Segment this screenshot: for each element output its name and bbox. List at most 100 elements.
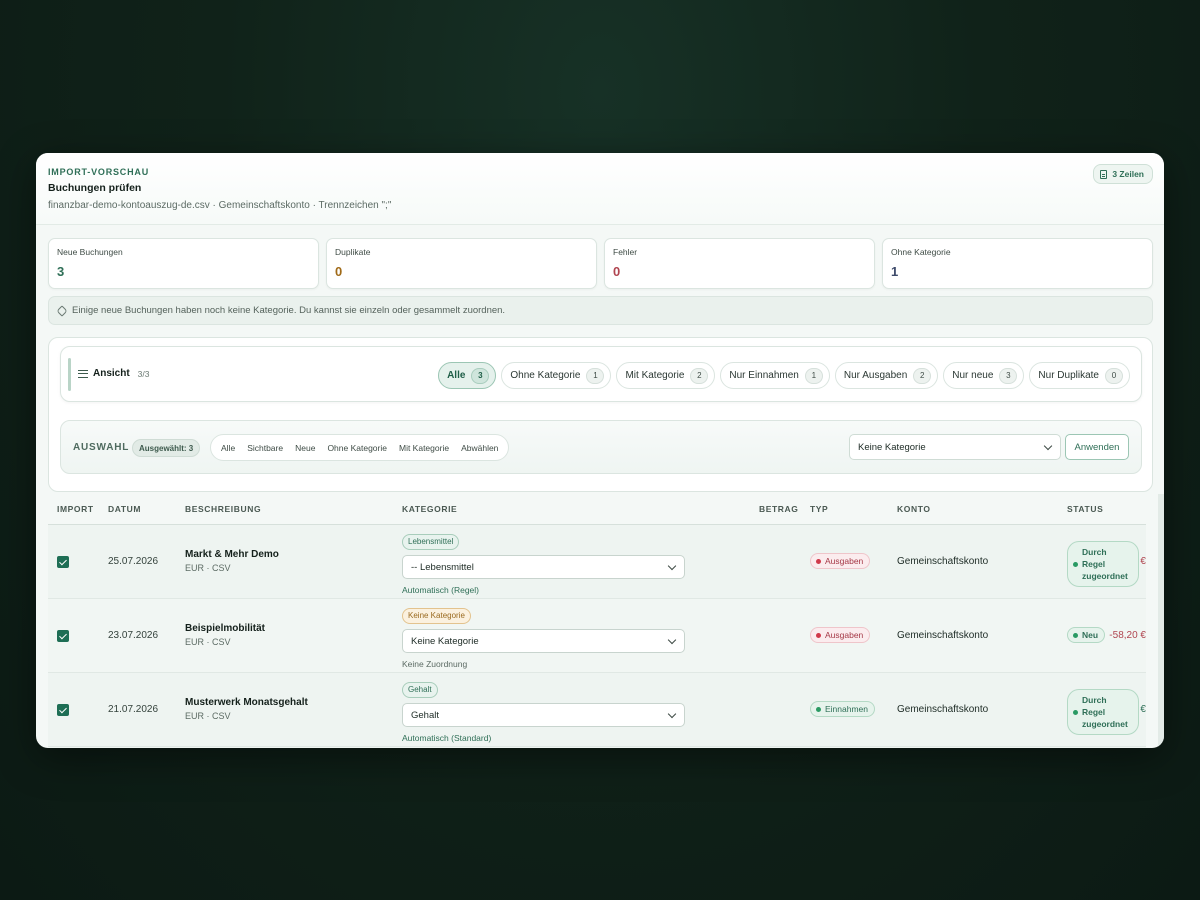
table-row: 23.07.2026 Beispielmobilität EUR · CSV K…: [48, 599, 1146, 673]
import-checkbox[interactable]: [57, 556, 69, 568]
chip-count: 0: [1105, 367, 1123, 384]
row-amount: -58,20 €: [1109, 630, 1146, 641]
row-date: 25.07.2026: [108, 556, 159, 567]
select-visible-button[interactable]: Sichtbare: [241, 443, 289, 453]
view-count: 3/3: [137, 368, 150, 379]
status-badge: Neu: [1067, 627, 1106, 643]
stat-label: Ohne Kategorie: [891, 247, 951, 257]
file-subtitle: finanzbar-demo-kontoauszug-de.csv · Geme…: [48, 200, 392, 211]
view-accent: [68, 358, 71, 391]
col-category: KATEGORIE: [402, 504, 458, 514]
row-account: Gemeinschaftskonto: [897, 704, 989, 715]
col-amount: BETRAG: [759, 504, 799, 514]
type-badge: Einnahmen: [810, 701, 876, 717]
col-status: STATUS: [1067, 504, 1104, 514]
stat-label: Fehler: [613, 247, 638, 257]
chevron-down-icon: [1043, 441, 1053, 451]
status-label: Neu: [1082, 630, 1099, 640]
type-label: Einnahmen: [825, 704, 869, 714]
status-dot-icon: [816, 558, 821, 564]
select-categorized-button[interactable]: Mit Kategorie: [393, 443, 455, 453]
filter-chip-duplicates[interactable]: Nur Duplikate 0: [1029, 362, 1130, 389]
row-meta: EUR · CSV: [185, 637, 231, 647]
stat-card-new: Neue Buchungen 3: [48, 238, 319, 289]
eyebrow-label: IMPORT-VORSCHAU: [48, 167, 150, 177]
filter-chip-income[interactable]: Nur Einnahmen 1: [720, 362, 830, 389]
filter-chip-uncategorized[interactable]: Ohne Kategorie 1: [501, 362, 612, 389]
stat-value: 0: [335, 264, 343, 279]
rows-badge-label: 3 Zeilen: [1112, 169, 1144, 179]
uncategorized-hint: Einige neue Buchungen haben noch keine K…: [48, 296, 1153, 325]
status-label: Durch Regel zugeordnet: [1082, 695, 1128, 729]
filter-chip-all[interactable]: Alle 3: [438, 362, 497, 389]
status-label: Durch Regel zugeordnet: [1082, 547, 1128, 581]
chip-label: Mit Kategorie: [625, 370, 685, 381]
col-description: BESCHREIBUNG: [185, 504, 262, 514]
import-preview-card: IMPORT-VORSCHAU Buchungen prüfen finanzb…: [36, 153, 1164, 748]
chip-count: 1: [804, 367, 823, 384]
hint-text: Einige neue Buchungen haben noch keine K…: [72, 305, 506, 316]
row-amount: +4.250,00 €: [1093, 704, 1146, 715]
view-label: Ansicht 3/3: [78, 368, 150, 379]
chip-count: 3: [471, 367, 490, 384]
chip-label: Alle: [447, 370, 466, 381]
row-date: 23.07.2026: [108, 630, 159, 641]
category-note: Keine Zuordnung: [402, 659, 468, 669]
row-date: 21.07.2026: [108, 704, 159, 715]
selected-count-badge: Ausgewählt: 3: [132, 439, 201, 457]
stat-value: 3: [57, 264, 65, 279]
apply-button[interactable]: Anwenden: [1065, 434, 1129, 460]
category-tag: Lebensmittel: [402, 534, 460, 550]
status-dot-icon: [816, 706, 821, 712]
chip-count: 3: [999, 367, 1018, 384]
select-new-button[interactable]: Neue: [289, 443, 321, 453]
table-header: IMPORT DATUM BESCHREIBUNG KATEGORIE BETR…: [48, 494, 1146, 525]
row-description: Markt & Mehr Demo EUR · CSV: [185, 549, 279, 573]
transactions-table: IMPORT DATUM BESCHREIBUNG KATEGORIE BETR…: [48, 494, 1146, 748]
status-dot-icon: [816, 632, 821, 638]
stat-label: Duplikate: [335, 247, 371, 257]
view-bar: Ansicht 3/3 Alle 3 Ohne Kategorie 1 Mit Ka…: [60, 346, 1142, 402]
row-title: Markt & Mehr Demo: [185, 549, 279, 560]
row-description: Musterwerk Monatsgehalt EUR · CSV: [185, 697, 308, 721]
filter-chip-categorized[interactable]: Mit Kategorie 2: [616, 362, 716, 389]
stat-label: Neue Buchungen: [57, 247, 123, 257]
filter-panel: Ansicht 3/3 Alle 3 Ohne Kategorie 1 Mit Ka…: [48, 337, 1153, 492]
stat-card-duplicates: Duplikate 0: [326, 238, 597, 289]
status-dot-icon: [1073, 632, 1078, 638]
filter-chip-new[interactable]: Nur neue 3: [943, 362, 1025, 389]
type-label: Ausgaben: [825, 630, 864, 640]
category-tag: Gehalt: [402, 682, 438, 698]
select-all-button[interactable]: Alle: [215, 443, 241, 453]
table-row: 25.07.2026 Markt & Mehr Demo EUR · CSV L…: [48, 525, 1146, 599]
col-type: TYP: [810, 504, 829, 514]
stat-value: 0: [613, 264, 621, 279]
card-header: IMPORT-VORSCHAU Buchungen prüfen finanzb…: [36, 153, 1164, 225]
row-meta: EUR · CSV: [185, 711, 231, 721]
row-account: Gemeinschaftskonto: [897, 630, 989, 641]
document-icon: [1100, 169, 1108, 179]
filter-chip-expenses[interactable]: Nur Ausgaben 2: [834, 362, 939, 389]
chip-label: Nur Einnahmen: [729, 370, 799, 381]
col-account: KONTO: [897, 504, 931, 514]
stat-card-uncategorized: Ohne Kategorie 1: [882, 238, 1153, 289]
bulk-category-select[interactable]: Keine Kategorie: [849, 434, 1061, 460]
table-scrollbar[interactable]: [1158, 494, 1164, 748]
row-amount: -86,40 €: [1109, 556, 1146, 567]
selection-title: AUSWAHL: [73, 442, 130, 453]
deselect-button[interactable]: Abwählen: [455, 443, 504, 453]
row-description: Beispielmobilität EUR · CSV: [185, 623, 265, 647]
chip-label: Nur Duplikate: [1038, 370, 1099, 381]
chip-count: 2: [690, 367, 709, 384]
import-checkbox[interactable]: [57, 630, 69, 642]
tag-icon: [56, 304, 68, 317]
selection-actions: Alle Sichtbare Neue Ohne Kategorie Mit K…: [210, 434, 510, 461]
import-checkbox[interactable]: [57, 704, 69, 716]
sliders-icon: [78, 369, 88, 378]
stat-card-errors: Fehler 0: [604, 238, 875, 289]
status-badge: Durch Regel zugeordnet: [1067, 541, 1139, 587]
select-uncategorized-button[interactable]: Ohne Kategorie: [321, 443, 393, 453]
chip-count: 2: [913, 367, 932, 384]
selection-bar: AUSWAHL Ausgewählt: 3 Alle Sichtbare Neu…: [60, 420, 1142, 474]
type-badge: Ausgaben: [810, 627, 871, 643]
